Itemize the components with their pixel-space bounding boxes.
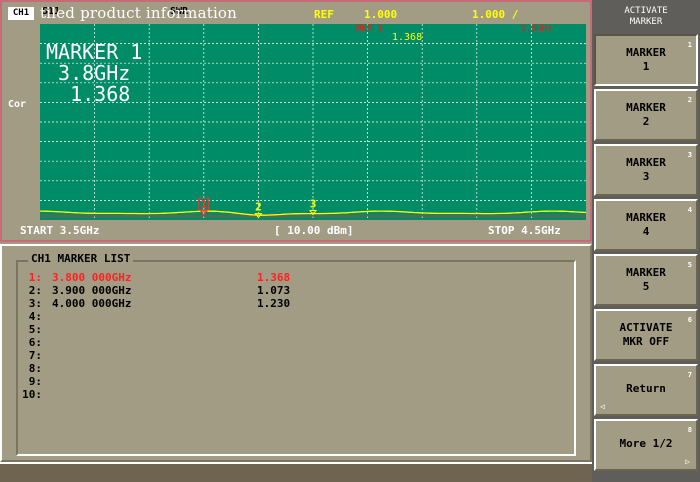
- marker-number: 5:: [28, 323, 42, 336]
- marker-list-row: 9:: [22, 375, 562, 388]
- marker-list-row: 8:: [22, 362, 562, 375]
- ref-value: 1.000: [364, 8, 398, 21]
- softkey-index: 6: [687, 316, 692, 324]
- softkey-index: 8: [687, 426, 692, 434]
- marker-list-title: CH1 MARKER LIST: [28, 252, 134, 265]
- softkey-label: MARKER 5: [626, 266, 666, 293]
- softkey-label: More 1/2: [619, 437, 673, 450]
- softkey-index: 7: [687, 371, 692, 379]
- marker-number: 6:: [28, 336, 42, 349]
- start-frequency: START 3.5GHz: [20, 224, 100, 237]
- softkey-label: Return: [626, 382, 666, 395]
- marker-frequency: 4.000 000GHz: [52, 297, 132, 310]
- softkey-label: MARKER 2: [626, 101, 666, 128]
- marker-value: 1.368: [257, 271, 291, 284]
- marker-number: 9:: [28, 375, 42, 388]
- marker-number: 3:: [28, 297, 42, 310]
- softkey-7[interactable]: Return 7 ◁: [594, 364, 698, 416]
- sweep-bar: START 3.5GHz [ 10.00 dBm] STOP 4.5GHz: [4, 222, 590, 240]
- marker-list-rows: 1: 3.800 000GHz 1.368 2: 3.900 000GHz 1.073 3:…: [22, 271, 562, 401]
- analyzer-window: CH1 S11 SWR tiled product information RE…: [0, 0, 700, 482]
- softkey-menu-title: ACTIVATE MARKER: [624, 6, 668, 27]
- marker-number: 7:: [28, 349, 42, 362]
- marker-list-panel: CH1 MARKER LIST 1: 3.800 000GHz 1.368 2: 3.9…: [0, 244, 592, 462]
- ref-label: REF: [314, 8, 334, 21]
- trace-plot: 1 2 3 MKR 1 1.368 3.8GHz MARKER 1 3.8GHz 1…: [40, 24, 586, 220]
- marker-list-row: 2: 3.900 000GHz 1.073: [22, 284, 562, 297]
- scale-per-div: 1.000 /: [472, 8, 519, 21]
- marker-number: 10:: [22, 388, 42, 401]
- top-status-bar: CH1 S11 SWR tiled product information RE…: [2, 2, 594, 22]
- marker-list-row: 5:: [22, 323, 562, 336]
- softkey-8[interactable]: More 1/2 8 ▷: [594, 419, 698, 471]
- marker-list-row: 3: 4.000 000GHz 1.230: [22, 297, 562, 310]
- marker-number: 2:: [28, 284, 42, 297]
- softkey-index: 1: [687, 41, 692, 49]
- marker-number: 8:: [28, 362, 42, 375]
- marker-3: 3: [309, 197, 317, 216]
- softkey-2[interactable]: MARKER 2 2: [594, 89, 698, 141]
- marker-label: 2: [255, 201, 262, 214]
- softkey-6[interactable]: ACTIVATE MKR OFF 6: [594, 309, 698, 361]
- marker-list-row: 6:: [22, 336, 562, 349]
- softkey-label: MARKER 4: [626, 211, 666, 238]
- channel-tag: CH1: [8, 7, 34, 20]
- marker-list-row: 7:: [22, 349, 562, 362]
- softkey-index: 2: [687, 96, 692, 104]
- marker-stimulus: 3.8GHz: [520, 24, 553, 34]
- softkey-label: MARKER 1: [626, 46, 666, 73]
- marker-label: 1: [200, 198, 207, 211]
- softkey-index: 4: [687, 206, 692, 214]
- softkey-label: MARKER 3: [626, 156, 666, 183]
- softkey-3[interactable]: MARKER 3 3: [594, 144, 698, 196]
- marker-frequency: 3.900 000GHz: [52, 284, 132, 297]
- marker-number: 4:: [28, 310, 42, 323]
- softkey-index: 5: [687, 261, 692, 269]
- marker-value: 1.230: [257, 297, 291, 310]
- status-strip: [0, 462, 592, 482]
- softkey-index: 3: [687, 151, 692, 159]
- marker-readout: MARKER 1 3.8GHz 1.368: [46, 40, 143, 106]
- softkey-1[interactable]: MARKER 1 1: [594, 34, 698, 86]
- softkey-panel: ACTIVATE MARKER MARKER 1 1 MARKER 2 2 MARKER…: [592, 0, 700, 482]
- return-arrow-icon: ◁: [600, 402, 605, 411]
- more-arrow-icon: ▷: [685, 457, 690, 466]
- softkey-4[interactable]: MARKER 4 4: [594, 199, 698, 251]
- overlay-title: tiled product information: [40, 4, 238, 22]
- trace-screen: CH1 S11 SWR tiled product information RE…: [0, 0, 592, 242]
- softkey-5[interactable]: MARKER 5 5: [594, 254, 698, 306]
- marker-list-row: 4:: [22, 310, 562, 323]
- marker-frequency: 3.800 000GHz: [52, 271, 132, 284]
- marker-list-row: 1: 3.800 000GHz 1.368: [22, 271, 562, 284]
- marker-header-value: 1.368: [392, 32, 423, 43]
- marker-header: MKR 1: [356, 24, 384, 34]
- softkey-label: ACTIVATE MKR OFF: [619, 321, 673, 348]
- correction-indicator: Cor: [8, 99, 27, 110]
- marker-value: 1.073: [257, 284, 291, 297]
- marker-number: 1:: [28, 271, 42, 284]
- power-level: [ 10.00 dBm]: [274, 224, 354, 237]
- stop-frequency: STOP 4.5GHz: [488, 224, 561, 237]
- marker-label: 3: [310, 197, 317, 210]
- marker-list-row: 10:: [22, 388, 562, 401]
